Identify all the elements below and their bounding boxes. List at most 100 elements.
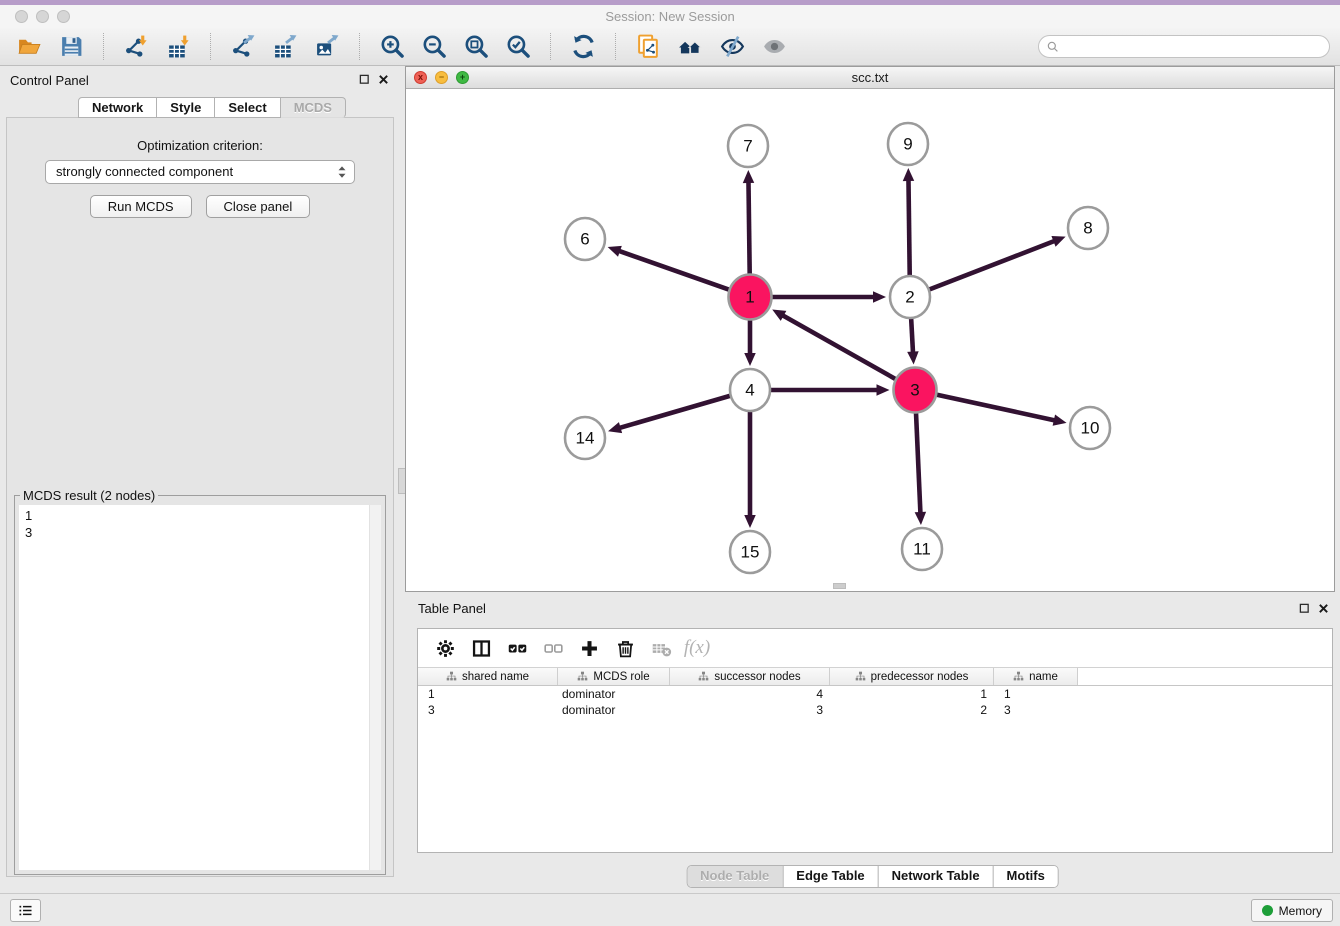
column-header-label: successor nodes <box>714 671 800 683</box>
graph-node-15[interactable]: 15 <box>730 531 770 573</box>
hide-selected-button[interactable] <box>716 31 748 63</box>
table-panel: Table Panel f(x) shared nameMCDS rolesuc… <box>405 595 1340 890</box>
tab-network-table[interactable]: Network Table <box>878 866 993 887</box>
cell-predecessor-nodes[interactable]: 2 <box>830 702 994 718</box>
graph-node-14[interactable]: 14 <box>565 417 605 459</box>
edge-3-10[interactable] <box>937 395 1056 421</box>
unselect-all-button[interactable] <box>535 633 571 663</box>
window-minimize-button[interactable] <box>36 10 49 23</box>
import-table-button[interactable] <box>162 31 194 63</box>
graph-node-2[interactable]: 2 <box>890 276 930 318</box>
network-minimize-button[interactable]: − <box>435 71 448 84</box>
memory-button[interactable]: Memory <box>1251 899 1333 922</box>
tab-mcds[interactable]: MCDS <box>281 97 346 118</box>
export-image-button[interactable] <box>311 31 343 63</box>
graph-node-6[interactable]: 6 <box>565 218 605 260</box>
cell-successor-nodes[interactable]: 3 <box>670 702 830 718</box>
first-neighbors-button[interactable] <box>674 31 706 63</box>
table-settings-button[interactable] <box>427 633 463 663</box>
main-toolbar <box>0 28 1340 66</box>
column-header-shared-name[interactable]: shared name <box>418 668 558 685</box>
edge-4-14[interactable] <box>619 396 730 428</box>
run-mcds-button[interactable]: Run MCDS <box>90 195 192 218</box>
cell-shared-name[interactable]: 3 <box>418 702 558 718</box>
search-box[interactable] <box>1038 35 1330 58</box>
app-titlebar: Session: New Session <box>0 5 1340 28</box>
save-button[interactable] <box>55 31 87 63</box>
export-network-button[interactable] <box>227 31 259 63</box>
close-panel-button[interactable]: Close panel <box>206 195 311 218</box>
show-columns-icon <box>471 638 492 659</box>
mcds-result-text[interactable]: 1 3 <box>19 505 381 870</box>
search-input[interactable] <box>1064 40 1322 54</box>
window-close-button[interactable] <box>15 10 28 23</box>
graph-node-4[interactable]: 4 <box>730 369 770 411</box>
show-panels-menu-button[interactable] <box>10 899 41 922</box>
clone-network-button[interactable] <box>632 31 664 63</box>
zoom-in-button[interactable] <box>376 31 408 63</box>
network-close-button[interactable]: x <box>414 71 427 84</box>
cell-predecessor-nodes[interactable]: 1 <box>830 686 994 702</box>
open-button[interactable] <box>13 31 45 63</box>
graph-node-11[interactable]: 11 <box>902 528 942 570</box>
network-canvas[interactable]: 1 2 3 4 6 7 8 9 10 11 14 15 <box>406 89 1334 591</box>
cell-shared-name[interactable]: 1 <box>418 686 558 702</box>
table-row-2[interactable]: 3dominator323 <box>418 702 1332 718</box>
cell-name[interactable]: 1 <box>994 686 1078 702</box>
column-header-name[interactable]: name <box>994 668 1078 685</box>
network-window-titlebar[interactable]: x − + scc.txt <box>406 67 1334 89</box>
tab-edge-table[interactable]: Edge Table <box>782 866 877 887</box>
window-zoom-button[interactable] <box>57 10 70 23</box>
zoom-selected-button[interactable] <box>502 31 534 63</box>
tab-motifs[interactable]: Motifs <box>993 866 1058 887</box>
graph-node-8[interactable]: 8 <box>1068 207 1108 249</box>
delete-button[interactable] <box>607 633 643 663</box>
edge-1-6[interactable] <box>618 251 729 290</box>
apply-layout-button[interactable] <box>567 31 599 63</box>
cell-name[interactable]: 3 <box>994 702 1078 718</box>
column-header-successor-nodes[interactable]: successor nodes <box>670 668 830 685</box>
cell-MCDS-role[interactable]: dominator <box>558 686 670 702</box>
table-body: 1dominator4113dominator323 <box>418 686 1332 718</box>
import-network-button[interactable] <box>120 31 152 63</box>
column-header-MCDS-role[interactable]: MCDS role <box>558 668 670 685</box>
edge-1-7[interactable] <box>748 181 749 275</box>
export-table-button[interactable] <box>269 31 301 63</box>
window-traffic-lights[interactable] <box>15 10 70 23</box>
edge-3-11[interactable] <box>916 412 920 514</box>
add-column-button[interactable] <box>571 633 607 663</box>
tab-node-table[interactable]: Node Table <box>687 866 782 887</box>
close-panel-icon[interactable] <box>378 74 389 85</box>
graph-node-9[interactable]: 9 <box>888 123 928 165</box>
zoom-fit-button[interactable] <box>460 31 492 63</box>
dropdown-stepper-icon <box>335 164 349 180</box>
select-all-button[interactable] <box>499 633 535 663</box>
criterion-dropdown[interactable]: strongly connected component <box>45 160 355 184</box>
edge-3-1[interactable] <box>782 315 896 379</box>
tab-style[interactable]: Style <box>157 97 215 118</box>
close-panel-icon[interactable] <box>1318 603 1329 614</box>
float-panel-icon[interactable] <box>359 74 370 85</box>
edge-4-3-arrowhead <box>877 384 890 396</box>
tab-select[interactable]: Select <box>215 97 280 118</box>
graph-node-1[interactable]: 1 <box>729 275 772 320</box>
cell-successor-nodes[interactable]: 4 <box>670 686 830 702</box>
graph-node-3[interactable]: 3 <box>894 368 937 413</box>
edge-2-9[interactable] <box>908 179 909 276</box>
graph-node-10[interactable]: 10 <box>1070 407 1110 449</box>
mcds-result-scrollbar[interactable] <box>369 505 381 870</box>
edge-2-3[interactable] <box>911 318 913 354</box>
column-header-predecessor-nodes[interactable]: predecessor nodes <box>830 668 994 685</box>
show-columns-button[interactable] <box>463 633 499 663</box>
show-all-icon <box>762 34 787 59</box>
table-row-1[interactable]: 1dominator411 <box>418 686 1332 702</box>
canvas-hscroll-thumb[interactable] <box>833 583 846 589</box>
cell-MCDS-role[interactable]: dominator <box>558 702 670 718</box>
float-panel-icon[interactable] <box>1299 603 1310 614</box>
window-title: Session: New Session <box>0 5 1340 28</box>
network-maximize-button[interactable]: + <box>456 71 469 84</box>
edge-2-8[interactable] <box>930 241 1056 290</box>
zoom-out-button[interactable] <box>418 31 450 63</box>
tab-network[interactable]: Network <box>78 97 157 118</box>
graph-node-7[interactable]: 7 <box>728 125 768 167</box>
